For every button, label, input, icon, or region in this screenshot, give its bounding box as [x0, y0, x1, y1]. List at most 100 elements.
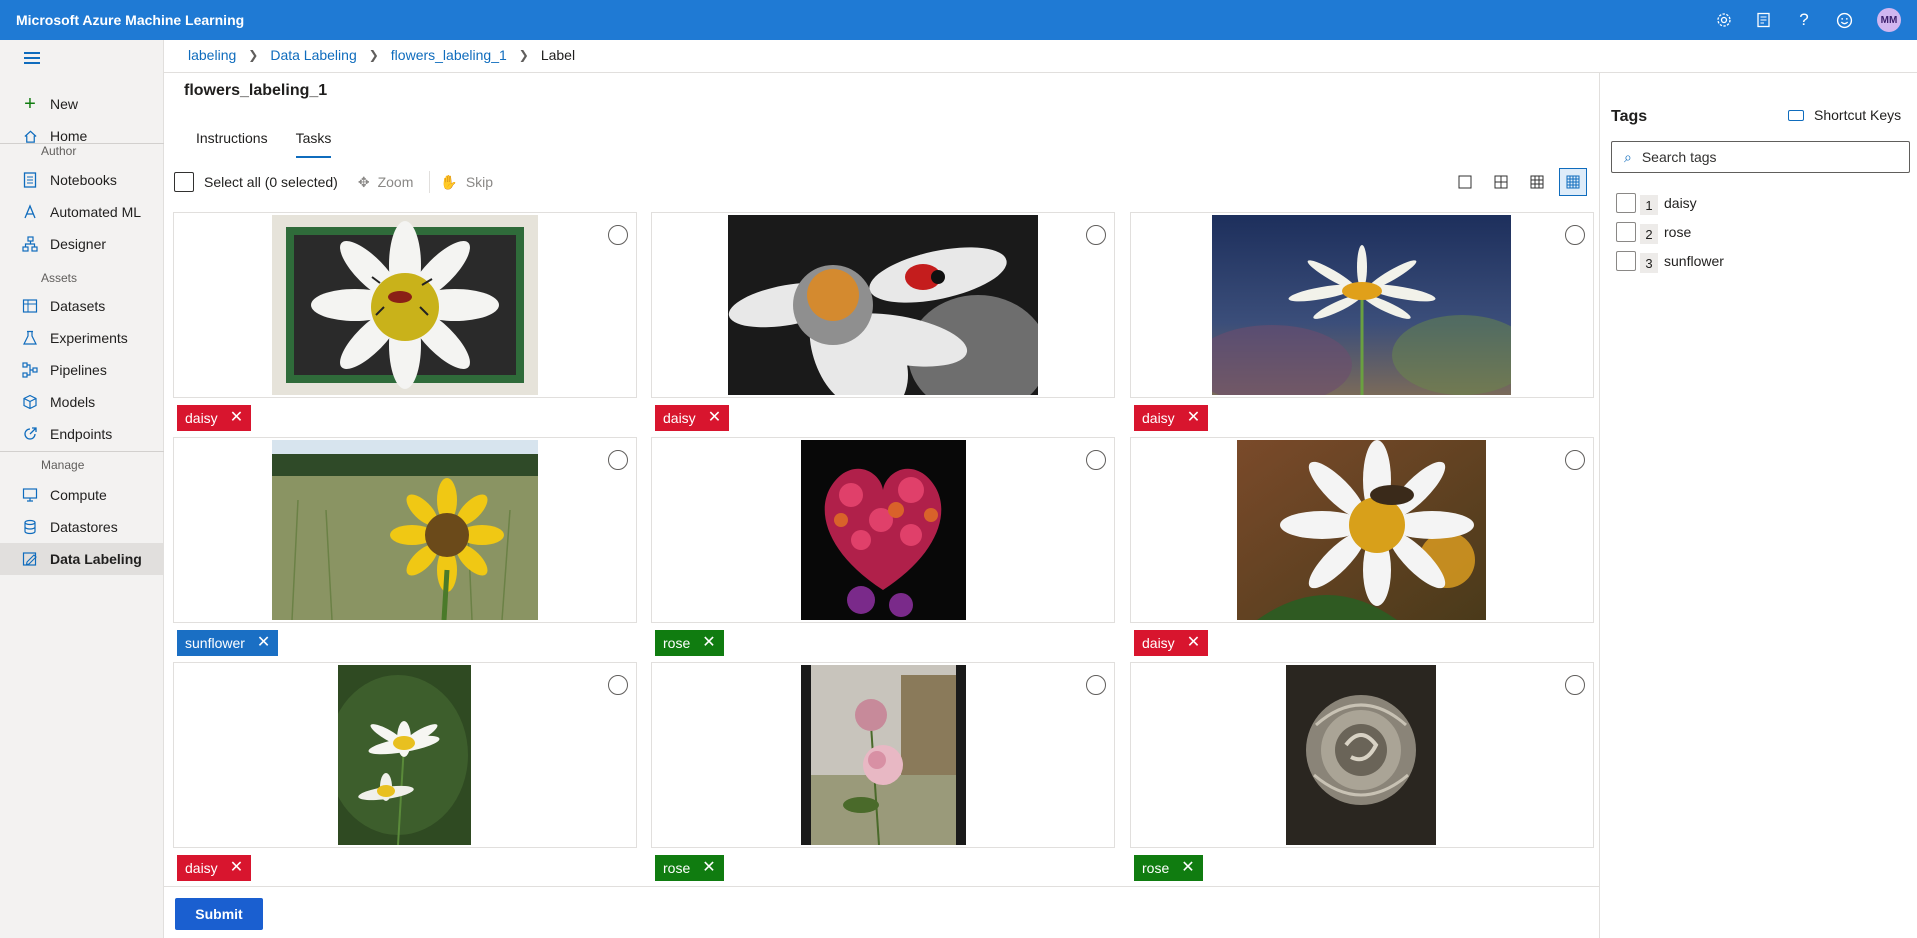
task-card[interactable]: [173, 212, 637, 398]
sidebar-item-datasets[interactable]: Datasets: [0, 290, 164, 322]
sidebar-item-designer[interactable]: Designer: [0, 228, 164, 260]
search-tags-input[interactable]: [1641, 149, 1882, 165]
shortcut-number: 1: [1640, 195, 1658, 215]
sidebar-item-compute[interactable]: Compute: [0, 479, 164, 511]
task-card[interactable]: [651, 662, 1115, 848]
sidebar-item-automated-ml[interactable]: Automated ML: [0, 196, 164, 228]
tag-checkbox[interactable]: [1616, 222, 1636, 242]
close-icon[interactable]: ✕: [230, 410, 243, 426]
daisy-with-beetle-framed-image: [272, 215, 538, 395]
view-grid-4x4-icon[interactable]: [1559, 168, 1587, 196]
tag-checkbox[interactable]: [1616, 193, 1636, 213]
app-title[interactable]: Microsoft Azure Machine Learning: [16, 12, 244, 28]
divider: [429, 171, 431, 193]
tag-option-label: sunflower: [1664, 253, 1724, 269]
tag-label: rose: [663, 860, 691, 876]
close-icon[interactable]: ✕: [702, 635, 715, 651]
avatar[interactable]: MM: [1877, 8, 1901, 32]
select-all-checkbox[interactable]: [174, 172, 194, 192]
sidebar-item-label: Models: [50, 394, 96, 410]
close-icon[interactable]: ✕: [1181, 860, 1194, 876]
select-radio[interactable]: [1086, 225, 1106, 245]
close-icon[interactable]: ✕: [1187, 410, 1200, 426]
sidebar-item-data-labeling[interactable]: Data Labeling: [0, 543, 164, 575]
task-card[interactable]: [1130, 437, 1594, 623]
breadcrumb-labeling[interactable]: labeling: [188, 47, 236, 63]
breadcrumb-data-labeling[interactable]: Data Labeling: [270, 47, 356, 63]
task-card[interactable]: [173, 662, 637, 848]
sidebar-item-home[interactable]: Home: [0, 120, 164, 152]
tab-bar: Instructions Tasks: [196, 130, 331, 158]
search-tags-box[interactable]: ⌕: [1611, 141, 1910, 173]
tag-option-daisy[interactable]: 1 daisy: [1616, 191, 1697, 215]
tag-option-rose[interactable]: 2 rose: [1616, 220, 1691, 244]
feedback-icon[interactable]: [1753, 9, 1775, 31]
sidebar-item-experiments[interactable]: Experiments: [0, 322, 164, 354]
sidebar-item-new[interactable]: + New: [0, 88, 164, 120]
smiley-icon[interactable]: [1833, 9, 1855, 31]
task-card[interactable]: [1130, 212, 1594, 398]
sidebar-item-pipelines[interactable]: Pipelines: [0, 354, 164, 386]
endpoint-icon: [22, 426, 38, 442]
task-card[interactable]: [173, 437, 637, 623]
sidebar-item-endpoints[interactable]: Endpoints: [0, 418, 164, 450]
tag-label: rose: [663, 635, 691, 651]
skip-button[interactable]: ✋ Skip: [440, 174, 493, 191]
tag-option-label: rose: [1664, 224, 1692, 240]
tag-checkbox[interactable]: [1616, 251, 1636, 271]
dataset-icon: [22, 298, 38, 314]
sidebar-item-label: Endpoints: [50, 426, 113, 442]
submit-button[interactable]: Submit: [175, 898, 263, 930]
tag-chip: daisy ✕: [177, 855, 252, 881]
view-toggle-group: [1451, 168, 1587, 196]
select-radio[interactable]: [1086, 675, 1106, 695]
task-card[interactable]: [1130, 662, 1594, 848]
help-icon[interactable]: ?: [1793, 9, 1815, 31]
view-grid-2x2-icon[interactable]: [1487, 168, 1515, 196]
tag-label: rose: [1142, 860, 1170, 876]
tab-tasks[interactable]: Tasks: [295, 130, 331, 158]
select-radio[interactable]: [608, 450, 628, 470]
sidebar: + New Home Author Notebooks Automated ML…: [0, 40, 164, 938]
database-icon: [22, 519, 38, 535]
select-radio[interactable]: [1086, 450, 1106, 470]
select-all-label[interactable]: Select all (0 selected): [204, 174, 338, 190]
select-radio[interactable]: [1565, 450, 1585, 470]
select-radio[interactable]: [608, 675, 628, 695]
daisy-with-ladybug-bw-image: [728, 215, 1038, 395]
tag-option-sunflower[interactable]: 3 sunflower: [1616, 249, 1724, 273]
select-radio[interactable]: [608, 225, 628, 245]
close-icon[interactable]: ✕: [1187, 635, 1200, 651]
sidebar-item-models[interactable]: Models: [0, 386, 164, 418]
breadcrumb-current: Label: [540, 47, 576, 63]
tag-chip: rose ✕: [1134, 855, 1203, 881]
section-assets: Assets: [41, 271, 78, 285]
sidebar-item-notebooks[interactable]: Notebooks: [0, 164, 164, 196]
shortcut-keys-button[interactable]: Shortcut Keys: [1788, 107, 1901, 123]
task-card[interactable]: [651, 437, 1115, 623]
plus-icon: +: [24, 92, 36, 115]
sidebar-item-label: Automated ML: [50, 204, 142, 220]
close-icon[interactable]: ✕: [708, 410, 721, 426]
sidebar-item-label: Experiments: [50, 330, 128, 346]
select-radio[interactable]: [1565, 225, 1585, 245]
zoom-button[interactable]: ✥ Zoom: [358, 174, 414, 191]
close-icon[interactable]: ✕: [702, 860, 715, 876]
tab-instructions[interactable]: Instructions: [196, 130, 268, 158]
view-single-icon[interactable]: [1451, 168, 1479, 196]
tags-panel-title: Tags: [1611, 108, 1648, 125]
close-icon[interactable]: ✕: [230, 860, 243, 876]
select-radio[interactable]: [1565, 675, 1585, 695]
settings-icon[interactable]: [1713, 9, 1735, 31]
task-card[interactable]: [651, 212, 1115, 398]
view-grid-3x3-icon[interactable]: [1523, 168, 1551, 196]
sidebar-item-datastores[interactable]: Datastores: [0, 511, 164, 543]
hamburger-menu-icon[interactable]: [24, 52, 40, 66]
sidebar-item-label: Compute: [50, 487, 107, 503]
breadcrumb-project[interactable]: flowers_labeling_1: [391, 47, 507, 63]
tag-chip: daisy ✕: [1134, 630, 1209, 656]
sidebar-item-label: New: [50, 96, 79, 112]
close-icon[interactable]: ✕: [257, 635, 270, 651]
zoom-icon: ✥: [357, 173, 370, 190]
rose-heart-bouquet-image: [801, 440, 966, 620]
